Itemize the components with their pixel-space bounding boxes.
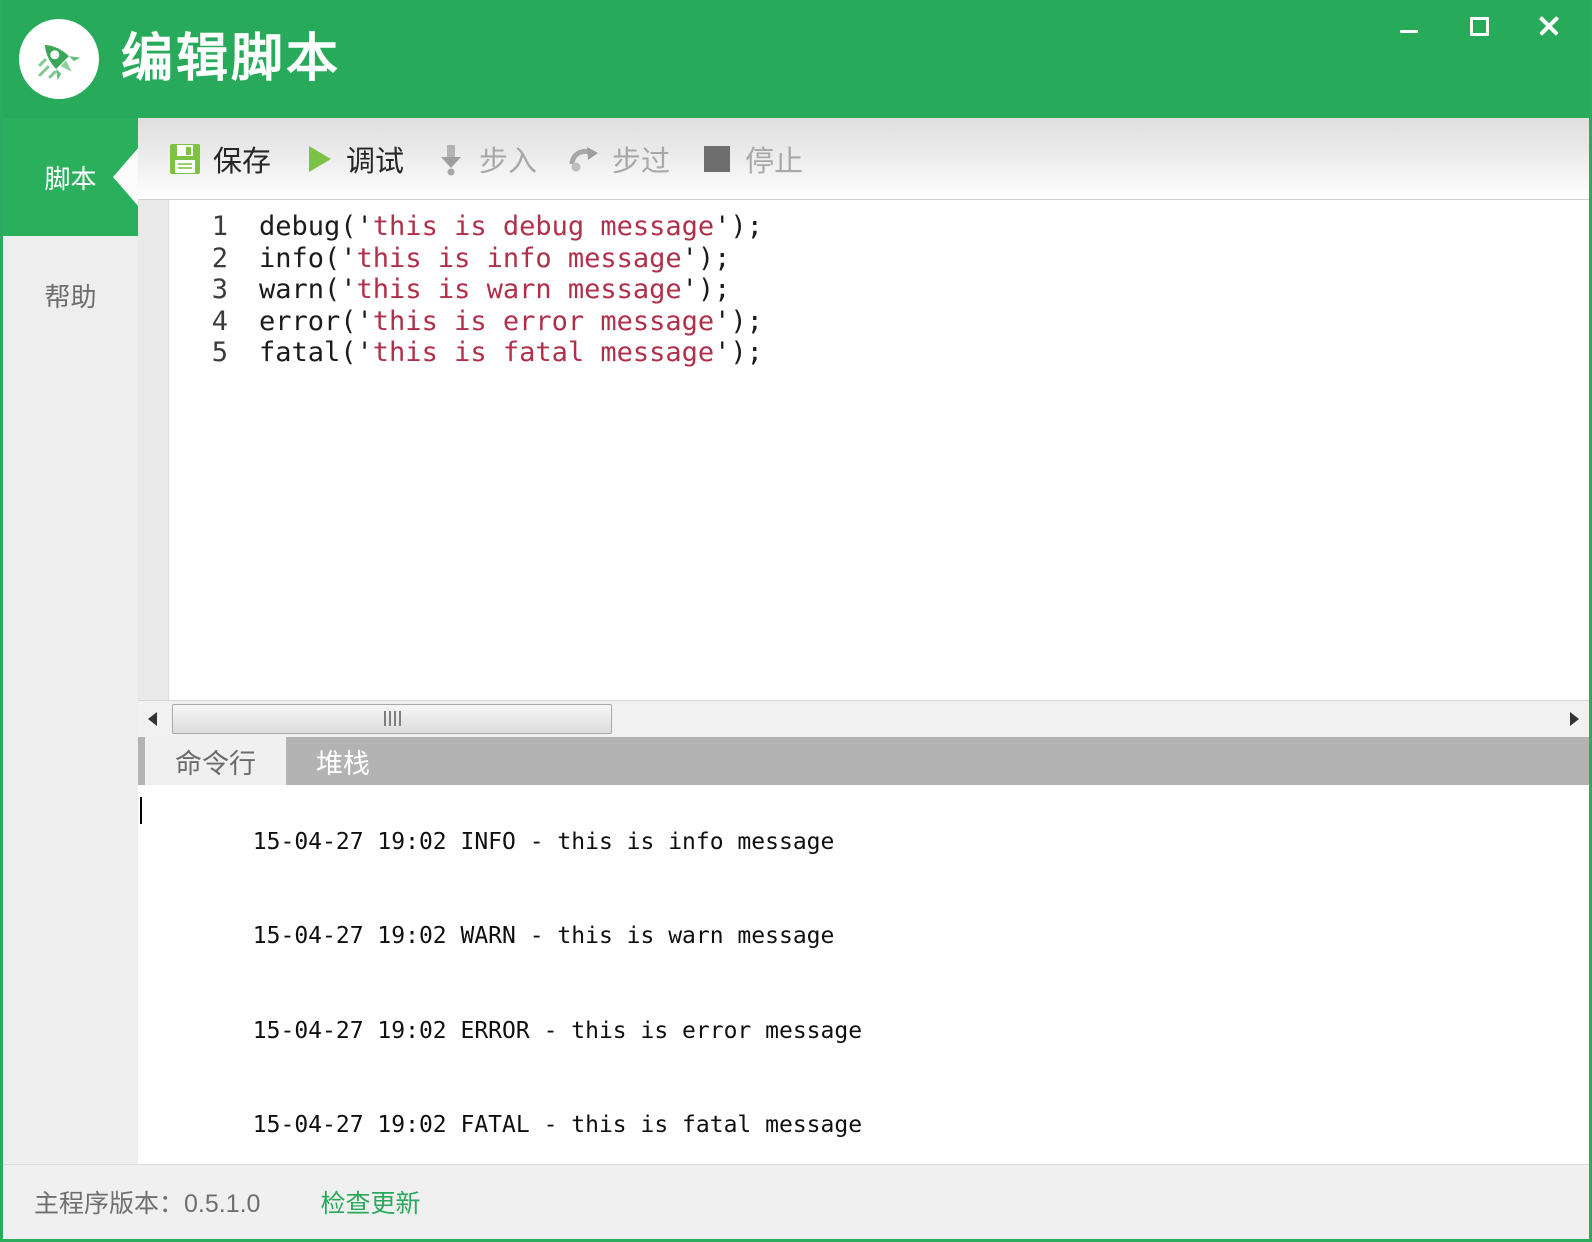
code-string: this is info message	[356, 242, 682, 274]
code-editor[interactable]: 1 debug (' this is debug message '); 2 info ('…	[138, 200, 1589, 700]
line-number: 1	[211, 211, 228, 242]
console-line-text: 15-04-27 19:02 FATAL - this is fatal mes…	[252, 1112, 863, 1138]
code-punct-open: ('	[324, 242, 357, 274]
close-icon	[1537, 14, 1561, 38]
console-line: 15-04-27 19:02 ERROR - this is error mes…	[138, 984, 1589, 1079]
console-line: 15-04-27 19:02 INFO - this is info messa…	[138, 795, 1589, 890]
toolbar: 保存 调试 步入 步过 停止	[138, 118, 1589, 200]
title-bar: 编辑脚本	[3, 0, 1589, 118]
code-line: 4 error (' this is error message ');	[169, 306, 1589, 338]
console-line-text: 15-04-27 19:02 ERROR - this is error mes…	[252, 1017, 863, 1044]
code-function: warn	[259, 274, 325, 305]
sidebar-item-label: 帮助	[44, 281, 97, 312]
code-line: 5 fatal (' this is fatal message ');	[169, 337, 1589, 369]
tabbar-lead-spacer	[138, 737, 145, 785]
code-string: this is warn message	[356, 274, 682, 305]
step-over-button[interactable]: 步过	[559, 134, 692, 184]
triangle-left-icon	[148, 712, 157, 726]
tab-label: 堆栈	[316, 748, 370, 779]
code-string: this is error message	[372, 305, 715, 337]
code-function: error	[259, 305, 341, 337]
text-caret	[140, 797, 142, 824]
tab-stack[interactable]: 堆栈	[286, 737, 400, 785]
stop-square-icon	[704, 145, 731, 172]
save-floppy-icon	[170, 143, 200, 174]
code-function: fatal	[259, 337, 341, 368]
code-function: debug	[259, 211, 341, 242]
console-line: 15-04-27 19:02 FATAL - this is fatal mes…	[138, 1079, 1589, 1165]
console-line-text: 15-04-27 19:02 WARN - this is warn messa…	[252, 923, 835, 949]
code-line: 3 warn (' this is warn message ');	[169, 274, 1589, 306]
window-controls	[1389, 6, 1569, 46]
app-title: 编辑脚本	[121, 30, 342, 88]
sidebar-item-script[interactable]: 脚本	[3, 118, 138, 236]
code-punct-open: ('	[340, 211, 373, 242]
content-panel: 保存 调试 步入 步过 停止 1 debug (' this is debug …	[138, 118, 1589, 1164]
line-number: 2	[211, 242, 228, 274]
editor-gutter-strip	[138, 200, 169, 700]
minimize-button[interactable]	[1389, 6, 1429, 46]
code-punct-close: ');	[681, 274, 731, 305]
play-triangle-icon	[309, 145, 332, 172]
version-label: 主程序版本：0.5.1.0	[34, 1190, 261, 1218]
code-line: 1 debug (' this is debug message ');	[169, 211, 1589, 243]
stop-button-label: 停止	[745, 145, 804, 178]
scrollbar-thumb[interactable]	[172, 703, 612, 734]
console-line-text: 15-04-27 19:02 INFO - this is info messa…	[252, 828, 835, 855]
editor-window: 编辑脚本 脚本 帮助 保存 调试 步入 步过 停止 1 debug (' thi…	[0, 0, 1592, 1242]
code-punct-open: ('	[340, 337, 373, 368]
stop-button[interactable]: 停止	[692, 134, 825, 184]
step-over-icon	[569, 146, 599, 171]
maximize-button[interactable]	[1459, 6, 1499, 46]
code-area[interactable]: 1 debug (' this is debug message '); 2 info ('…	[169, 200, 1589, 700]
editor-horizontal-scrollbar[interactable]	[138, 700, 1589, 737]
minimize-icon	[1400, 29, 1418, 33]
console-tabbar: 命令行 堆栈	[138, 737, 1589, 785]
console-output[interactable]: 15-04-27 19:02 INFO - this is info messa…	[138, 785, 1589, 1164]
code-string: this is fatal message	[372, 337, 715, 368]
code-line: 2 info (' this is info message ');	[169, 243, 1589, 275]
triangle-right-icon	[1570, 712, 1579, 726]
debug-button-label: 调试	[346, 145, 405, 178]
save-button-label: 保存	[213, 145, 272, 178]
line-number: 4	[211, 305, 228, 337]
line-number: 5	[211, 337, 228, 368]
code-punct-open: ('	[340, 305, 373, 337]
code-punct-close: ');	[714, 337, 763, 368]
code-punct-close: ');	[681, 242, 731, 274]
code-function: info	[259, 242, 325, 274]
check-update-link[interactable]: 检查更新	[320, 1184, 420, 1220]
rocket-icon	[19, 19, 99, 99]
status-bar: 主程序版本：0.5.1.0 检查更新	[3, 1164, 1589, 1239]
scroll-right-button[interactable]	[1559, 701, 1589, 738]
scroll-left-button[interactable]	[138, 701, 168, 738]
debug-button[interactable]: 调试	[293, 134, 426, 184]
maximize-icon	[1469, 16, 1489, 36]
line-number: 3	[211, 274, 228, 305]
grip-icon	[383, 711, 401, 726]
scrollbar-track[interactable]	[168, 701, 1559, 738]
sidebar-item-help[interactable]: 帮助	[3, 236, 138, 354]
code-string: this is debug message	[372, 211, 715, 242]
code-punct-close: ');	[714, 305, 763, 337]
code-punct-open: ('	[324, 274, 357, 305]
close-button[interactable]	[1529, 6, 1569, 46]
step-over-button-label: 步过	[612, 145, 671, 178]
step-into-button[interactable]: 步入	[426, 134, 559, 184]
step-into-icon	[441, 144, 462, 175]
tab-label: 命令行	[175, 748, 256, 779]
tab-command-line[interactable]: 命令行	[145, 737, 286, 785]
sidebar: 脚本 帮助	[3, 118, 138, 1164]
code-punct-close: ');	[714, 211, 763, 242]
sidebar-item-label: 脚本	[44, 163, 97, 194]
save-button[interactable]: 保存	[160, 134, 293, 184]
step-into-button-label: 步入	[479, 145, 538, 178]
console-line: 15-04-27 19:02 WARN - this is warn messa…	[138, 890, 1589, 985]
